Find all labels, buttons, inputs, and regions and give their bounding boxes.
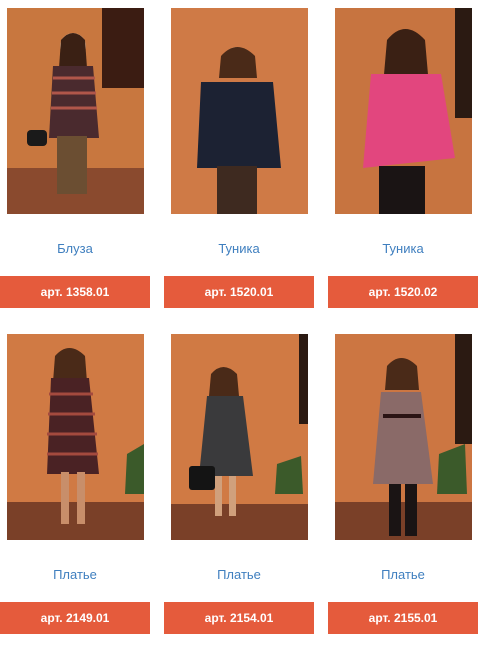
sku-button[interactable]: арт. 1520.01: [164, 276, 314, 308]
product-image: [7, 334, 144, 540]
sku-button[interactable]: арт. 1520.02: [328, 276, 478, 308]
product-name-link[interactable]: Туника: [328, 240, 478, 258]
product-photo-tunic-pink[interactable]: [335, 8, 472, 214]
product-photo-blouse-brown[interactable]: [7, 8, 144, 214]
product-photo-dress-print[interactable]: [171, 334, 308, 540]
product-image: [171, 334, 308, 540]
product-name-link[interactable]: Платье: [0, 566, 150, 584]
sku-button[interactable]: арт. 2155.01: [328, 602, 478, 634]
product-photo-dress-taupe[interactable]: [335, 334, 472, 540]
sku-button[interactable]: арт. 1358.01: [0, 276, 150, 308]
product-name-link[interactable]: Платье: [164, 566, 314, 584]
product-image: [335, 334, 472, 540]
product-name-link[interactable]: Туника: [164, 240, 314, 258]
product-image: [7, 8, 144, 214]
product-image: [171, 8, 308, 214]
product-name-link[interactable]: Платье: [328, 566, 478, 584]
product-image: [335, 8, 472, 214]
sku-button[interactable]: арт. 2154.01: [164, 602, 314, 634]
product-photo-tunic-navy[interactable]: [171, 8, 308, 214]
product-photo-dress-patterned[interactable]: [7, 334, 144, 540]
product-name-link[interactable]: Блуза: [0, 240, 150, 258]
sku-button[interactable]: арт. 2149.01: [0, 602, 150, 634]
